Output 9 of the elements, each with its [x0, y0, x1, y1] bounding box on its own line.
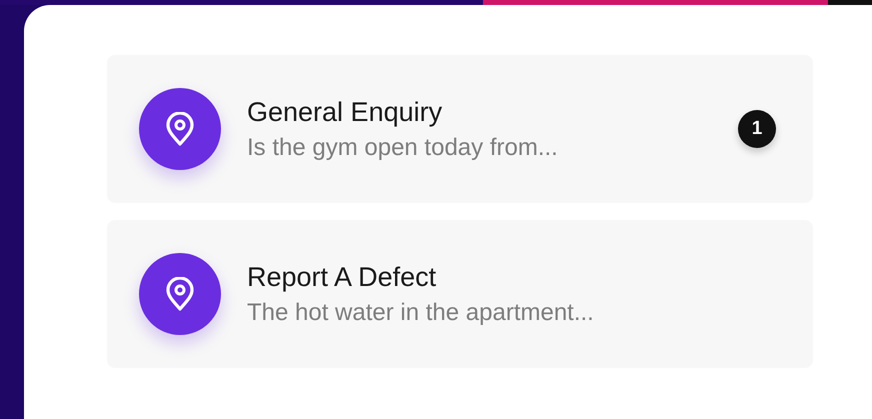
location-pin-icon: [165, 277, 195, 311]
location-pin-icon: [165, 112, 195, 146]
message-preview: The hot water in the apartment...: [247, 298, 594, 326]
conversation-item[interactable]: General Enquiry Is the gym open today from... 1: [107, 55, 813, 203]
conversation-title: Report A Defect: [247, 262, 438, 292]
unread-count-badge: 1: [738, 110, 776, 148]
conversation-item[interactable]: Report A Defect The hot water in the apartment...: [107, 220, 813, 368]
conversation-title: General Enquiry: [247, 96, 444, 128]
message-preview: Is the gym open today from...: [247, 134, 558, 162]
